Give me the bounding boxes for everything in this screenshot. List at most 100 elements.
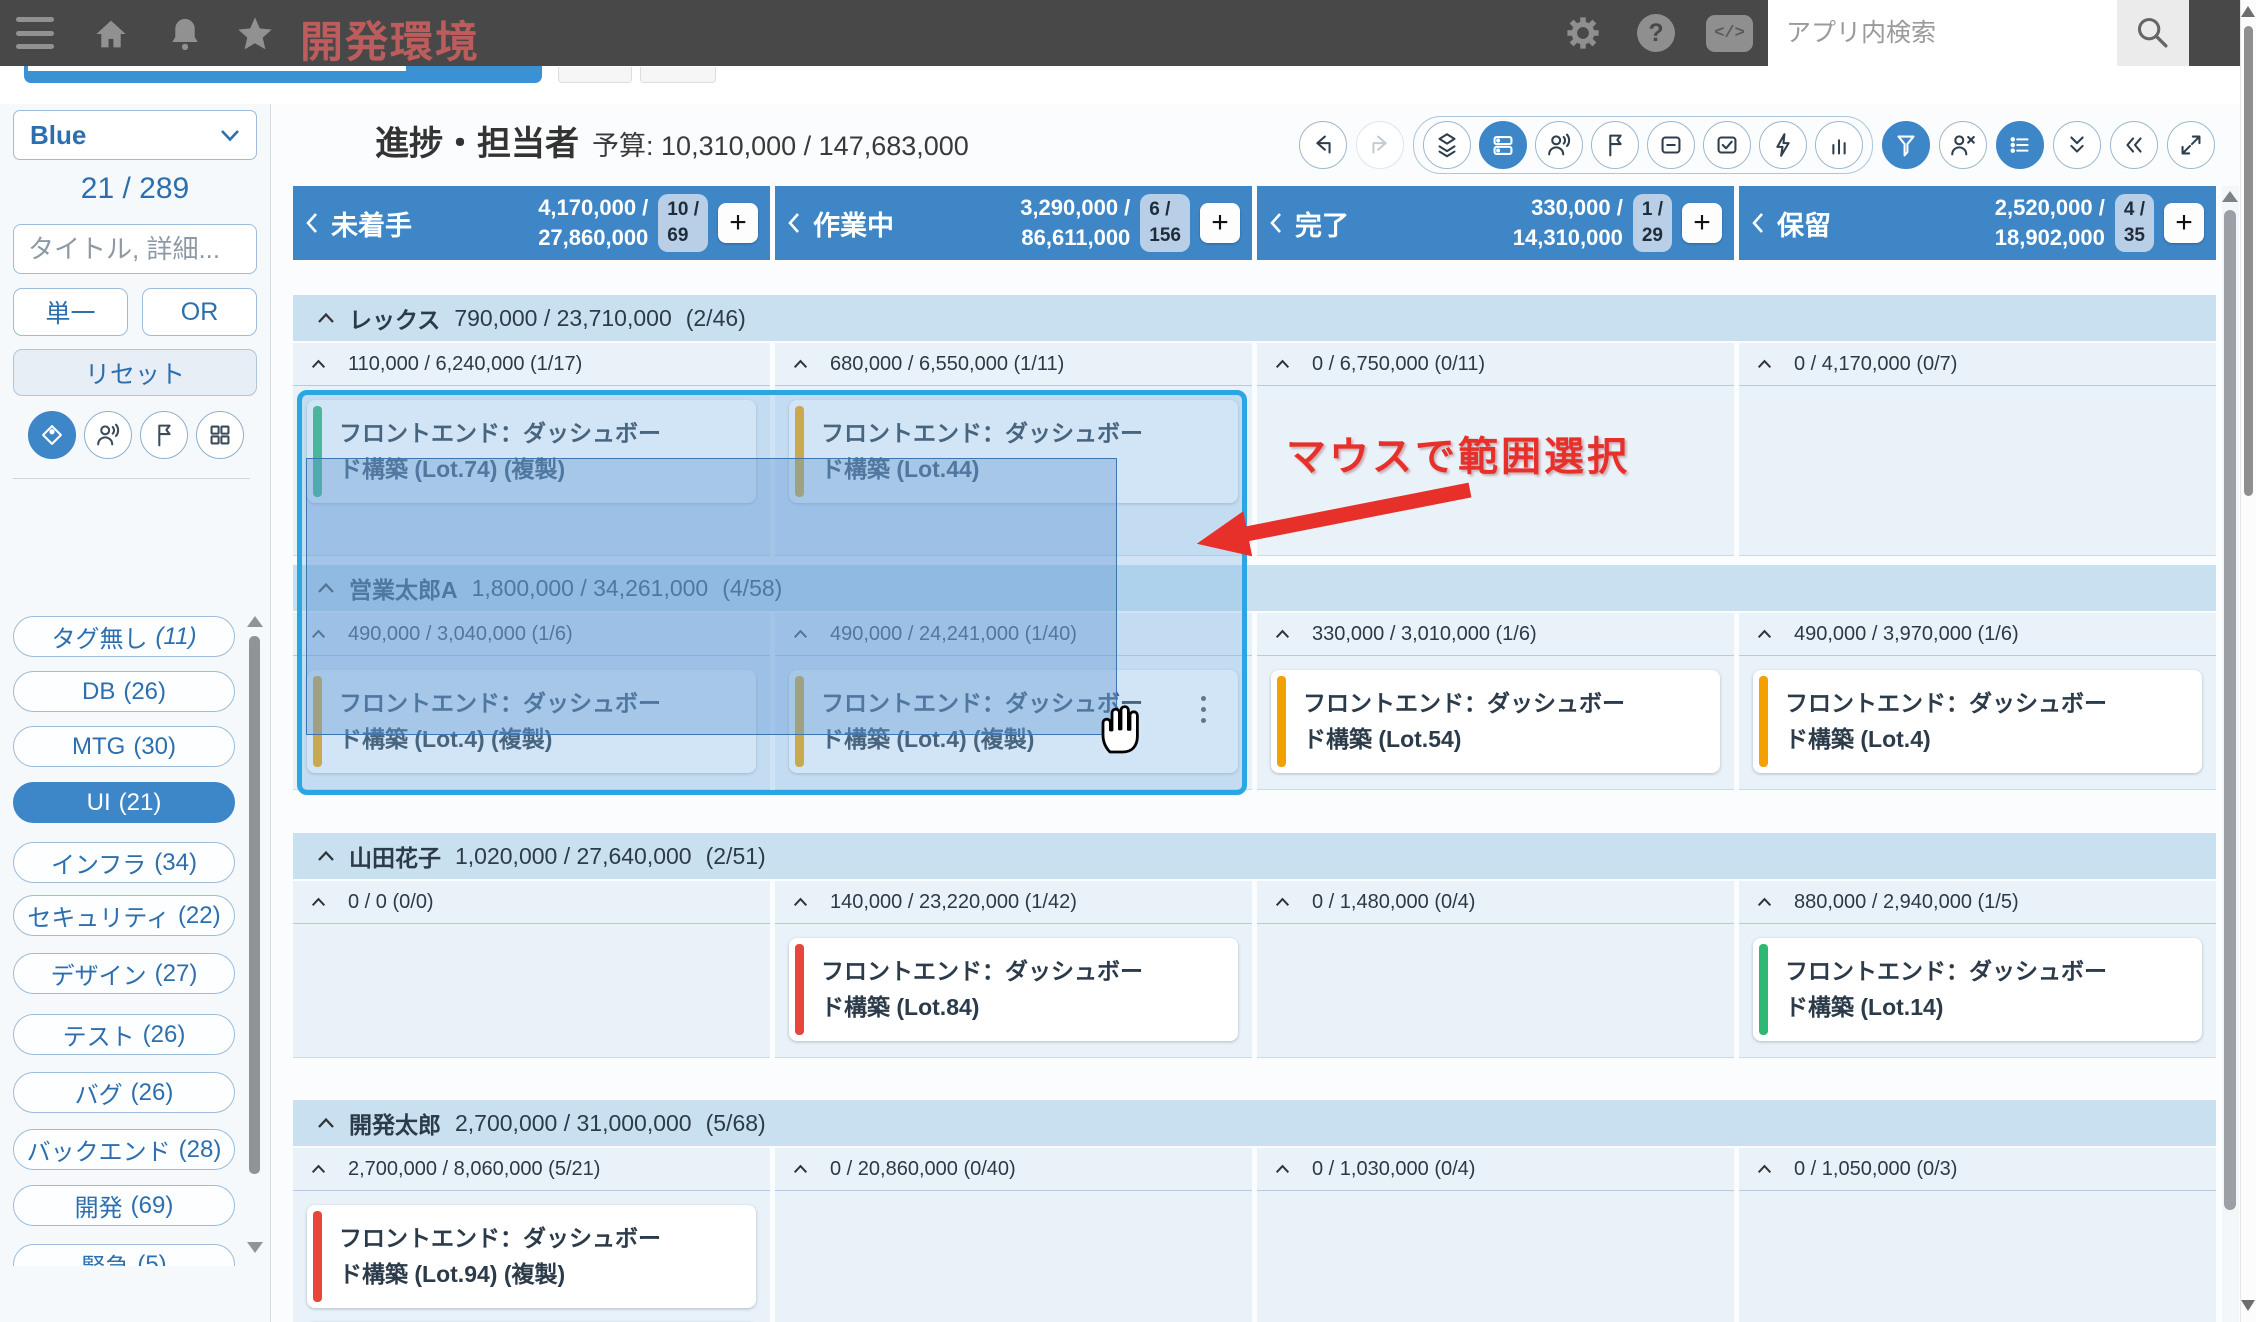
column-header-not-started[interactable]: 未着手 4,170,000 /27,860,000 10 /69 + <box>293 186 770 260</box>
chevron-left-icon[interactable] <box>305 211 319 235</box>
filter-button[interactable] <box>1882 121 1930 169</box>
title-filter-input[interactable] <box>13 224 257 274</box>
cell-summary[interactable]: 880,000 / 2,940,000 (1/5) <box>1739 881 2216 924</box>
task-check-button[interactable] <box>1703 121 1751 169</box>
cell-summary[interactable]: 0 / 20,860,000 (0/40) <box>775 1148 1252 1191</box>
settings-gear-icon[interactable] <box>1565 15 1601 51</box>
single-mode-button[interactable]: 単一 <box>13 288 128 336</box>
chevron-up-icon[interactable] <box>311 359 326 369</box>
swimlane-header[interactable]: 山田花子1,020,000 / 27,640,000(2/51) <box>293 833 2216 879</box>
tag-pill-infra[interactable]: インフラ(34) <box>13 842 235 883</box>
swimlane-header[interactable]: 開発太郎2,700,000 / 31,000,000(5/68) <box>293 1100 2216 1146</box>
chevron-up-icon[interactable] <box>1275 897 1290 907</box>
cell-summary[interactable]: 0 / 1,480,000 (0/4) <box>1257 881 1734 924</box>
tag-pill-backend[interactable]: バックエンド(28) <box>13 1129 235 1170</box>
tag-scroll-down-icon[interactable] <box>247 1242 263 1253</box>
column-count-badge[interactable]: 1 /29 <box>1633 194 1672 251</box>
add-card-button[interactable]: + <box>2164 203 2204 243</box>
chevron-up-icon[interactable] <box>793 1164 808 1174</box>
board-scrollbar-thumb[interactable] <box>2224 210 2236 1210</box>
cell-summary[interactable]: 140,000 / 23,220,000 (1/42) <box>775 881 1252 924</box>
chevron-left-icon[interactable] <box>787 211 801 235</box>
task-card[interactable]: フロントエンド：ダッシュボード構築 (Lot.54) <box>1271 670 1720 773</box>
tag-pill-test[interactable]: テスト(26) <box>13 1014 235 1055</box>
chevron-up-icon[interactable] <box>1757 1164 1772 1174</box>
range-selection-drag-area[interactable] <box>306 458 1117 735</box>
chevron-up-icon[interactable] <box>311 1164 326 1174</box>
cell-summary[interactable]: 2,700,000 / 8,060,000 (5/21) <box>293 1148 770 1191</box>
color-select[interactable]: Blue <box>13 110 257 160</box>
cell-summary[interactable]: 0 / 6,750,000 (0/11) <box>1257 343 1734 386</box>
chevron-up-icon[interactable] <box>1275 1164 1290 1174</box>
chevron-up-icon[interactable] <box>793 897 808 907</box>
cell-summary[interactable]: 0 / 1,030,000 (0/4) <box>1257 1148 1734 1191</box>
cell-summary[interactable]: 110,000 / 6,240,000 (1/17) <box>293 343 770 386</box>
tag-scrollbar-thumb[interactable] <box>249 636 260 1174</box>
grid-filter-button[interactable] <box>196 411 244 459</box>
column-header-in-progress[interactable]: 作業中 3,290,000 /86,611,000 6 /156 + <box>775 186 1252 260</box>
board-scrollbar[interactable] <box>2222 186 2239 1322</box>
redo-button[interactable] <box>1356 121 1404 169</box>
search-button[interactable] <box>2117 0 2189 66</box>
star-icon[interactable] <box>236 16 274 52</box>
list-menu-button[interactable] <box>1996 121 2044 169</box>
tag-pill-ui-selected[interactable]: UI(21) <box>13 782 235 823</box>
page-scrollbar-thumb[interactable] <box>2244 26 2253 496</box>
cell-summary[interactable]: 490,000 / 3,970,000 (1/6) <box>1739 613 2216 656</box>
task-card[interactable]: フロントエンド：ダッシュボード構築 (Lot.4) <box>1753 670 2202 773</box>
column-count-badge[interactable]: 6 /156 <box>1140 194 1190 251</box>
task-card[interactable]: フロントエンド：ダッシュボード構築 (Lot.94) (複製) <box>307 1205 756 1308</box>
add-card-button[interactable]: + <box>1682 203 1722 243</box>
tab-stub[interactable] <box>558 67 632 83</box>
cell-summary[interactable]: 680,000 / 6,550,000 (1/11) <box>775 343 1252 386</box>
tag-scroll-up-icon[interactable] <box>247 616 263 627</box>
chevron-left-icon[interactable] <box>1269 211 1283 235</box>
app-search-input[interactable] <box>1768 0 2117 66</box>
column-count-badge[interactable]: 10 /69 <box>658 194 708 251</box>
tag-pill-urgent[interactable]: 緊急(5) <box>13 1244 235 1266</box>
chevron-up-icon[interactable] <box>317 850 335 862</box>
undo-button[interactable] <box>1299 121 1347 169</box>
page-scroll-down-icon[interactable] <box>2241 1300 2255 1311</box>
or-mode-button[interactable]: OR <box>142 288 257 336</box>
column-count-badge[interactable]: 4 /35 <box>2115 194 2154 251</box>
add-card-button[interactable]: + <box>1200 203 1240 243</box>
page-scroll-up-icon[interactable] <box>2241 6 2255 17</box>
bell-icon[interactable] <box>168 15 202 52</box>
cell-summary[interactable]: 0 / 1,050,000 (0/3) <box>1739 1148 2216 1191</box>
tag-pill-no-tag[interactable]: タグ無し(11) <box>13 616 235 657</box>
chevron-up-icon[interactable] <box>311 897 326 907</box>
tag-pill-mtg[interactable]: MTG(30) <box>13 726 235 767</box>
quick-action-button[interactable] <box>1759 121 1807 169</box>
tag-pill-security[interactable]: セキュリティ(22) <box>13 895 235 936</box>
chevron-up-icon[interactable] <box>793 359 808 369</box>
fullscreen-button[interactable] <box>2167 121 2215 169</box>
flag-filter-button[interactable] <box>140 411 188 459</box>
board-scroll-up-icon[interactable] <box>2222 191 2238 202</box>
chevron-up-icon[interactable] <box>1757 629 1772 639</box>
card-view-button[interactable] <box>1479 121 1527 169</box>
collapse-rows-button[interactable] <box>2053 121 2101 169</box>
column-header-on-hold[interactable]: 保留 2,520,000 /18,902,000 4 /35 + <box>1739 186 2216 260</box>
collapse-columns-button[interactable] <box>2110 121 2158 169</box>
cell-summary[interactable]: 0 / 0 (0/0) <box>293 881 770 924</box>
tab-stub[interactable] <box>640 67 716 83</box>
chart-button[interactable] <box>1815 121 1863 169</box>
tag-pill-design[interactable]: デザイン(27) <box>13 953 235 994</box>
chevron-up-icon[interactable] <box>1757 897 1772 907</box>
add-card-button[interactable]: + <box>718 203 758 243</box>
tag-pill-dev[interactable]: 開発(69) <box>13 1185 235 1226</box>
page-scrollbar[interactable] <box>2240 0 2256 1322</box>
chevron-up-icon[interactable] <box>317 1117 335 1129</box>
chevron-up-icon[interactable] <box>1757 359 1772 369</box>
cell-summary[interactable]: 330,000 / 3,010,000 (1/6) <box>1257 613 1734 656</box>
task-card[interactable]: フロントエンド：ダッシュボード構築 (Lot.14) <box>1753 938 2202 1041</box>
cell-summary[interactable]: 0 / 4,170,000 (0/7) <box>1739 343 2216 386</box>
chevron-up-icon[interactable] <box>1275 359 1290 369</box>
assignee-view-button[interactable] <box>1535 121 1583 169</box>
layers-view-button[interactable] <box>1423 121 1471 169</box>
tag-pill-bug[interactable]: バグ(26) <box>13 1072 235 1113</box>
swimlane-header[interactable]: レックス790,000 / 23,710,000(2/46) <box>293 295 2216 341</box>
flag-view-button[interactable] <box>1591 121 1639 169</box>
task-card[interactable]: フロントエンド：ダッシュボード構築 (Lot.84) <box>789 938 1238 1041</box>
